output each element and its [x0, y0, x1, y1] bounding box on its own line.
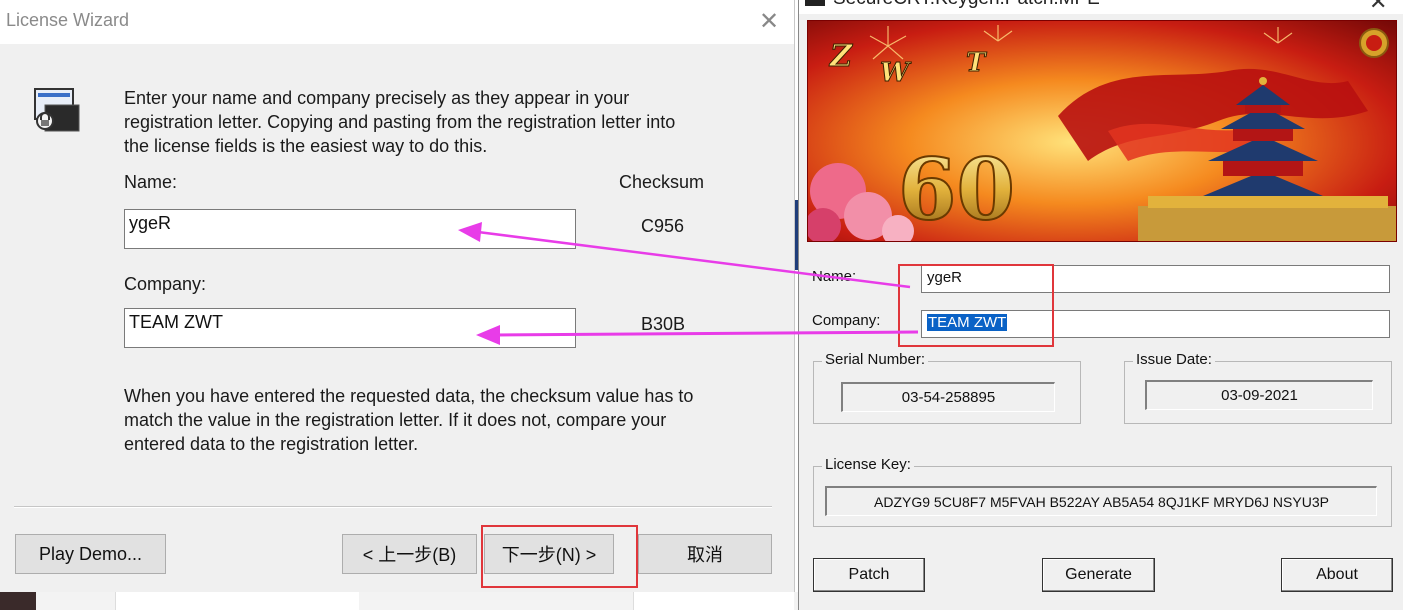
company-input[interactable]: TEAM ZWT [124, 308, 576, 348]
issue-date-label: Issue Date: [1133, 351, 1215, 368]
company-label: Company: [124, 274, 207, 294]
generate-button[interactable]: Generate [1042, 558, 1155, 592]
banner-letter-w: W [880, 58, 912, 88]
issue-date-group: Issue Date: 03-09-2021 [1124, 351, 1392, 424]
keygen-app-icon [805, 0, 825, 6]
issue-date-value[interactable]: 03-09-2021 [1145, 380, 1373, 410]
license-key-group: License Key: ADZYG9 5CU8F7 M5FVAH B522AY… [813, 456, 1392, 527]
play-demo-button[interactable]: Play Demo... [15, 534, 166, 574]
keygen-company-label: Company: [812, 312, 881, 329]
serial-number-group: Serial Number: 03-54-258895 [813, 351, 1081, 424]
banner-number: 60 [898, 140, 1015, 239]
banner-letter-z: Z [829, 39, 853, 74]
keygen-name-label: Name: [812, 268, 857, 285]
back-button[interactable]: < 上一步(B) [342, 534, 477, 574]
keygen-banner-image: 60 Z W T [807, 20, 1397, 242]
license-key-label: License Key: [822, 456, 914, 473]
background-window-fragment [115, 592, 359, 610]
wizard-separator [14, 506, 772, 508]
name-label: Name: [124, 172, 178, 192]
wizard-title: License Wizard [6, 10, 130, 30]
patch-button[interactable]: Patch [813, 558, 925, 592]
serial-number-value[interactable]: 03-54-258895 [841, 382, 1055, 412]
serial-number-label: Serial Number: [822, 351, 929, 368]
banner-letter-t: T [966, 48, 987, 78]
checksum-header: Checksum [619, 172, 705, 192]
wizard-outro-text: When you have entered the requested data… [124, 386, 694, 454]
keygen-titlebar: SecureCRT.Keygen.Patch.MPE ✕ [799, 0, 1403, 14]
name-checksum: C956 [641, 216, 685, 236]
keygen-close-icon[interactable]: ✕ [1369, 0, 1387, 14]
license-lock-icon [34, 88, 80, 132]
keygen-fields-highlight [898, 264, 1054, 347]
keygen-title: SecureCRT.Keygen.Patch.MPE [833, 0, 1100, 10]
wizard-titlebar: License Wizard ✕ [0, 0, 794, 44]
wizard-close-icon[interactable]: ✕ [756, 8, 782, 34]
wizard-intro-text: Enter your name and company precisely as… [124, 88, 676, 156]
background-window-fragment-2 [633, 592, 794, 610]
name-input[interactable]: ygeR [124, 209, 576, 249]
company-checksum: B30B [641, 314, 686, 334]
license-wizard-window: License Wizard ✕ Enter your name and com… [0, 0, 795, 592]
next-button-highlight [481, 525, 638, 588]
keygen-window: SecureCRT.Keygen.Patch.MPE ✕ [798, 0, 1403, 610]
desktop-corner [0, 592, 36, 610]
license-key-value[interactable]: ADZYG9 5CU8F7 M5FVAH B522AY AB5A54 8QJ1K… [825, 486, 1377, 516]
cancel-button[interactable]: 取消 [638, 534, 772, 574]
about-button[interactable]: About [1281, 558, 1393, 592]
